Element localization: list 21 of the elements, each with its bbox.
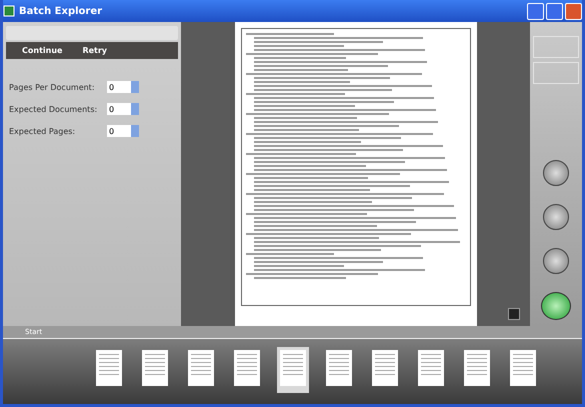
number-dropdown[interactable]: 0: [107, 103, 139, 115]
start-round-button[interactable]: [541, 292, 571, 320]
corner-icon[interactable]: [508, 308, 520, 320]
close-button[interactable]: [565, 2, 582, 20]
field-label: Expected Documents:: [9, 104, 98, 114]
number-dropdown[interactable]: 0: [107, 125, 139, 137]
info-box: [533, 62, 579, 84]
toolbar-button[interactable]: Continue: [16, 45, 68, 56]
field-label: Pages Per Document:: [9, 82, 96, 92]
knob-control[interactable]: [543, 160, 569, 186]
info-box: [533, 36, 579, 58]
page-thumbnail[interactable]: [277, 347, 309, 393]
app-icon: [3, 5, 15, 17]
knob-control[interactable]: [543, 204, 569, 230]
window-title: Batch Explorer: [19, 6, 102, 16]
number-dropdown[interactable]: 0: [107, 81, 139, 93]
knob-control[interactable]: [543, 248, 569, 274]
minimize-button[interactable]: [527, 2, 544, 20]
maximize-button[interactable]: [546, 2, 563, 20]
toolbar-button[interactable]: Retry: [76, 45, 114, 56]
field-label: Expected Pages:: [9, 126, 76, 136]
